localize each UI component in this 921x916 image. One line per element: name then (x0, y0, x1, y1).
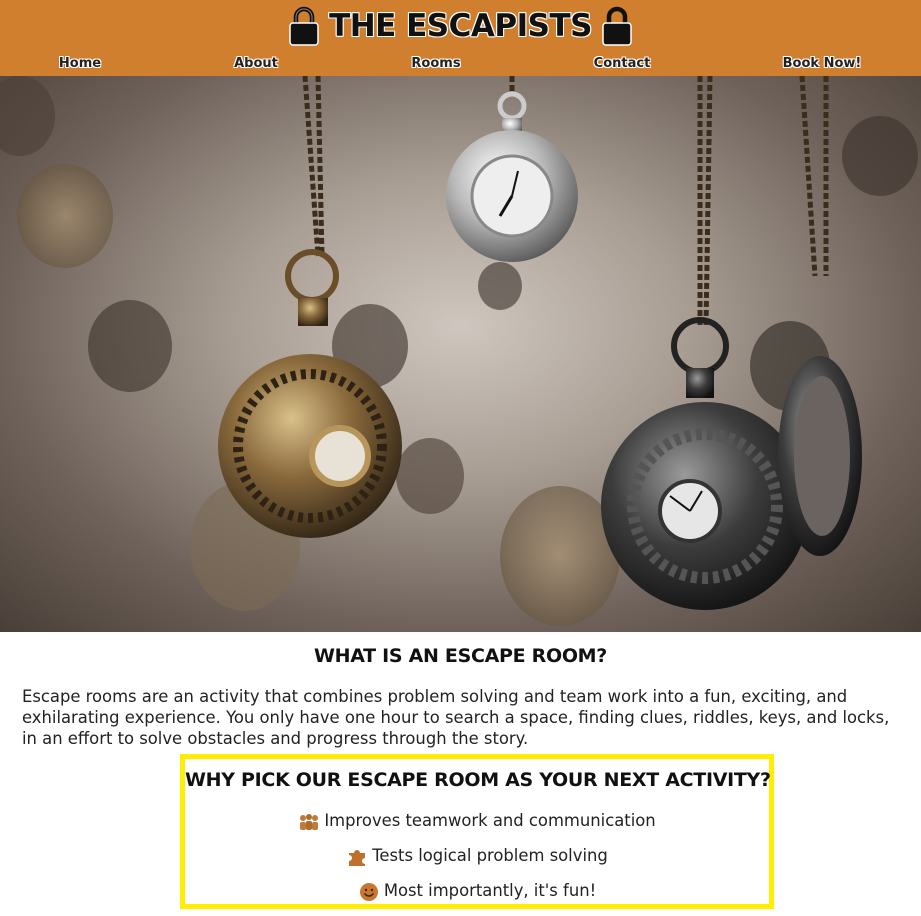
why-list: Improves teamwork and communication Test… (185, 811, 769, 916)
nav-link-home[interactable]: Home (59, 56, 101, 71)
list-item: Most importantly, it's fun! (185, 881, 769, 916)
nav-link-book-now[interactable]: Book Now! (783, 56, 862, 71)
site-header: THE ESCAPISTS Home About Rooms Contact B… (0, 0, 921, 76)
padlock-icon (289, 6, 319, 46)
pocket-watches-illustration (0, 76, 918, 626)
puzzle-piece-icon (349, 850, 366, 866)
main-nav: Home About Rooms Contact Book Now! (0, 56, 921, 76)
hero-image (0, 76, 921, 632)
list-item: Tests logical problem solving (185, 846, 769, 881)
why-box: WHY PICK OUR ESCAPE ROOM AS YOUR NEXT AC… (180, 754, 774, 909)
brand: THE ESCAPISTS (0, 4, 921, 48)
nav-link-about[interactable]: About (234, 56, 278, 71)
brass-watch (218, 249, 402, 538)
family-icon (300, 814, 319, 830)
silver-watch (446, 91, 578, 262)
intro-paragraph: Escape rooms are an activity that combin… (22, 687, 890, 748)
site-title: THE ESCAPISTS (329, 8, 592, 44)
why-item-text: Tests logical problem solving (372, 846, 608, 865)
open-watch (778, 356, 862, 556)
padlock-icon (602, 6, 632, 46)
intro-heading: WHAT IS AN ESCAPE ROOM? (313, 645, 608, 667)
why-heading: WHY PICK OUR ESCAPE ROOM AS YOUR NEXT AC… (185, 769, 771, 791)
nav-link-rooms[interactable]: Rooms (411, 56, 460, 71)
smile-emoji-icon (359, 883, 378, 901)
nav-link-contact[interactable]: Contact (594, 56, 651, 71)
why-item-text: Improves teamwork and communication (324, 811, 656, 830)
why-item-text: Most importantly, it's fun! (383, 881, 597, 900)
list-item: Improves teamwork and communication (185, 811, 769, 846)
